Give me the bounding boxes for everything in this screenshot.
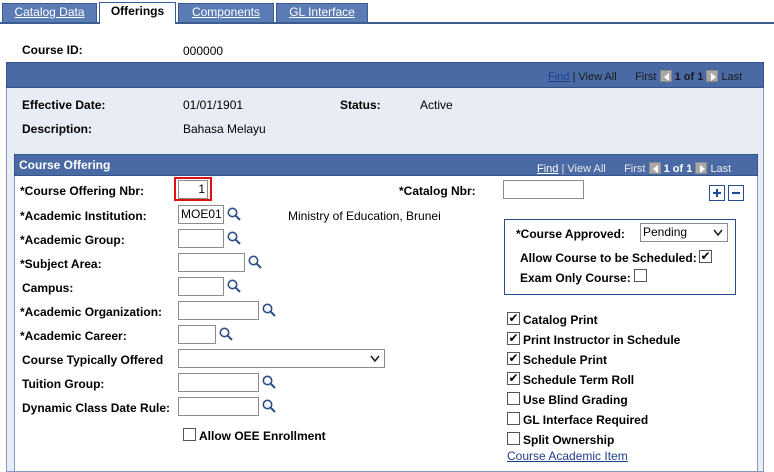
schedule-term-roll-checkbox[interactable]: ✔ [507, 372, 520, 385]
institution-lookup-icon[interactable] [226, 206, 242, 222]
allow-scheduled-label: Allow Course to be Scheduled: [520, 251, 697, 265]
tab-catalog-data[interactable]: Catalog Data [2, 3, 97, 22]
tuition-group-input[interactable] [178, 373, 259, 392]
plus-icon [713, 189, 721, 197]
schedule-term-roll-label: Schedule Term Roll [523, 373, 635, 387]
allow-oee-checkbox[interactable] [183, 428, 196, 441]
offering-count: 1 of 1 [663, 163, 693, 175]
subject-area-lookup-icon[interactable] [247, 254, 263, 270]
minus-icon [732, 192, 740, 194]
delete-row-button[interactable] [728, 185, 744, 201]
allow-scheduled-checkbox[interactable]: ✔ [699, 250, 712, 263]
split-ownership-checkbox[interactable] [507, 432, 520, 445]
catalog-nbr-input[interactable] [503, 180, 584, 199]
offering-find-link[interactable]: Find [537, 163, 558, 175]
course-offering-title: Course Offering [19, 158, 111, 172]
tab-gl-interface[interactable]: GL Interface [276, 3, 368, 22]
description-label: Description: [22, 122, 93, 136]
offering-last: Last [710, 163, 732, 175]
campus-label: Campus: [22, 281, 74, 295]
academic-group-lookup-icon[interactable] [226, 230, 242, 246]
offering-prev-arrow-icon[interactable] [648, 162, 661, 174]
print-instructor-checkbox[interactable]: ✔ [507, 332, 520, 345]
offering-nav: Find | View All First 1 of 1 Last [537, 162, 732, 175]
campus-lookup-icon[interactable] [226, 278, 242, 294]
chevron-down-icon [370, 355, 380, 363]
institution-label: *Academic Institution: [20, 209, 147, 223]
typically-offered-select[interactable] [178, 349, 385, 368]
institution-input[interactable]: MOE01 [178, 205, 224, 224]
exam-only-label: Exam Only Course: [520, 271, 631, 285]
tab-catalog-data-label: Catalog Data [14, 5, 85, 19]
academic-group-label: *Academic Group: [20, 233, 125, 247]
top-view-all[interactable]: View All [578, 71, 616, 83]
academic-career-input[interactable] [178, 325, 216, 344]
tab-offerings-label: Offerings [110, 4, 165, 18]
academic-org-lookup-icon[interactable] [261, 302, 277, 318]
status-label: Status: [340, 98, 381, 112]
top-next-arrow-icon[interactable] [706, 70, 719, 82]
gl-interface-label: GL Interface Required [523, 413, 649, 427]
add-row-button[interactable] [709, 185, 725, 201]
top-find-link[interactable]: Find [548, 71, 569, 83]
allow-oee-label: Allow OEE Enrollment [199, 429, 326, 443]
subject-area-label: *Subject Area: [20, 257, 102, 271]
schedule-print-label: Schedule Print [523, 353, 608, 367]
top-first: First [635, 71, 657, 83]
status-value: Active [420, 98, 453, 112]
offering-nbr-label: *Course Offering Nbr: [20, 184, 145, 198]
academic-org-label: *Academic Organization: [20, 305, 163, 319]
campus-input[interactable] [178, 277, 224, 296]
dynamic-date-rule-lookup-icon[interactable] [261, 398, 277, 414]
tuition-group-label: Tuition Group: [22, 377, 105, 391]
course-id-value: 000000 [183, 44, 224, 58]
subject-area-input[interactable] [178, 253, 245, 272]
tab-gl-interface-label: GL Interface [289, 5, 355, 19]
split-ownership-label: Split Ownership [523, 433, 615, 447]
dynamic-date-rule-input[interactable] [178, 397, 259, 416]
catalog-print-label: Catalog Print [523, 313, 598, 327]
institution-desc: Ministry of Education, Brunei [288, 209, 441, 223]
course-approved-value: Pending [643, 225, 688, 239]
top-count: 1 of 1 [674, 71, 704, 83]
chevron-down-icon [713, 229, 723, 237]
academic-career-lookup-icon[interactable] [218, 326, 234, 342]
academic-org-input[interactable] [178, 301, 259, 320]
tab-offerings[interactable]: Offerings [99, 2, 176, 24]
effective-date-label: Effective Date: [22, 98, 106, 112]
tuition-group-lookup-icon[interactable] [261, 374, 277, 390]
blind-grading-label: Use Blind Grading [523, 393, 628, 407]
offering-view-all[interactable]: View All [567, 163, 605, 175]
gl-interface-checkbox[interactable] [507, 412, 520, 425]
tab-components-label: Components [191, 5, 261, 19]
top-prev-arrow-icon[interactable] [659, 70, 672, 82]
tab-components[interactable]: Components [178, 3, 274, 22]
exam-only-checkbox[interactable] [634, 269, 647, 282]
effective-date-value: 01/01/1901 [183, 98, 244, 112]
offering-next-arrow-icon[interactable] [695, 162, 708, 174]
academic-group-input[interactable] [178, 229, 224, 248]
typically-offered-label: Course Typically Offered [22, 353, 164, 367]
course-academic-item-link[interactable]: Course Academic Item [507, 449, 628, 463]
top-last: Last [721, 71, 743, 83]
print-instructor-label: Print Instructor in Schedule [523, 333, 681, 347]
catalog-print-checkbox[interactable]: ✔ [507, 312, 520, 325]
blind-grading-checkbox[interactable] [507, 392, 520, 405]
catalog-nbr-label: *Catalog Nbr: [399, 184, 476, 198]
tab-bar: Catalog Data Offerings Components GL Int… [0, 0, 774, 24]
schedule-print-checkbox[interactable]: ✔ [507, 352, 520, 365]
offering-nbr-input[interactable]: 1 [178, 180, 208, 199]
course-id-label: Course ID: [22, 43, 83, 57]
academic-career-label: *Academic Career: [20, 329, 127, 343]
course-approved-select[interactable]: Pending [640, 223, 728, 242]
offering-first: First [624, 163, 646, 175]
course-approved-label: *Course Approved: [516, 227, 625, 241]
dynamic-date-rule-label: Dynamic Class Date Rule: [22, 401, 171, 415]
top-nav: Find | View All First 1 of 1 Last [548, 70, 743, 83]
description-value: Bahasa Melayu [183, 122, 266, 136]
